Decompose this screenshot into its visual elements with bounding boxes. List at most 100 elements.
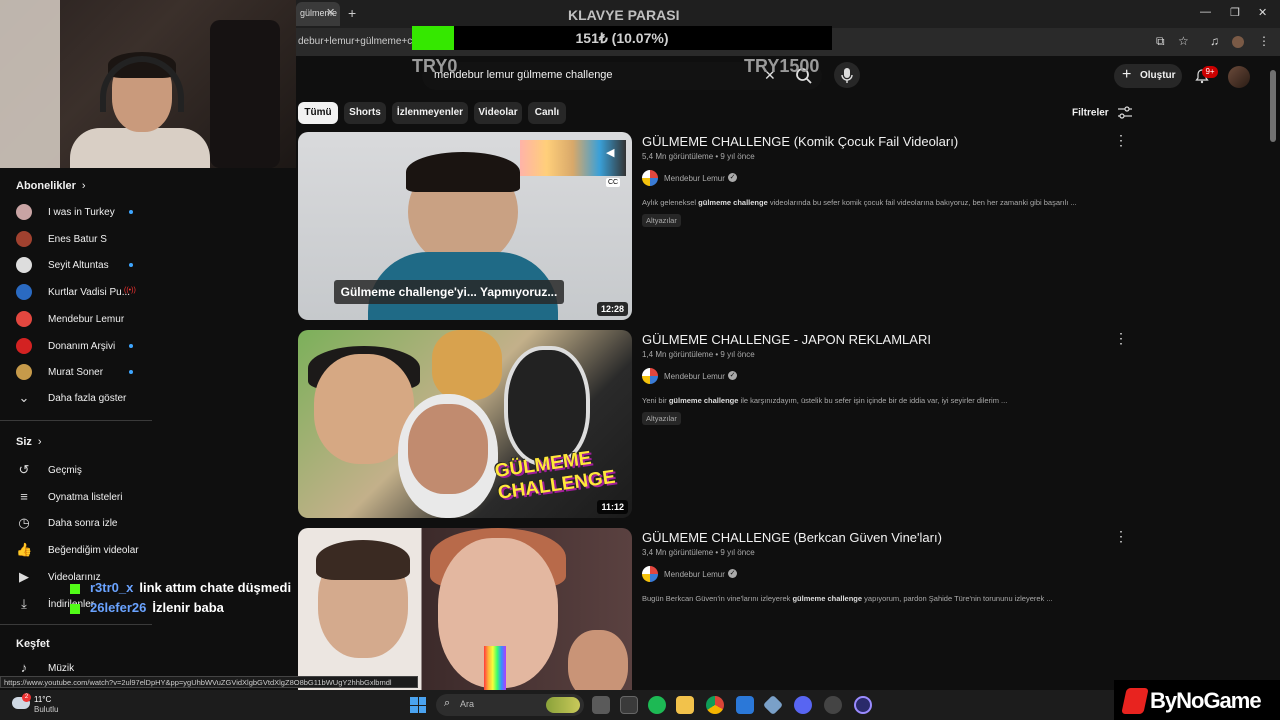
webcam-chair [210, 20, 280, 168]
donation-progress-bar: 151₺ (10.07%) [412, 26, 832, 50]
subscriptions-heading[interactable]: Abonelikler › [16, 180, 86, 192]
chip-live[interactable]: Canlı [528, 102, 566, 124]
channel-avatar [16, 364, 32, 381]
video-thumbnail[interactable] [298, 528, 632, 690]
desc-text: Bugün Berkcan Güven'in vine'larını izley… [642, 594, 793, 603]
search-input[interactable]: mendebur lemur gülmeme challenge [434, 69, 613, 81]
weather-description[interactable]: Bulutlu [34, 705, 58, 714]
filters-label: Filtreler [1072, 107, 1109, 119]
minimize-icon[interactable]: — [1200, 6, 1211, 18]
subscription-item[interactable]: Donanım Arşivi [16, 337, 146, 358]
subscription-item[interactable]: Seyit Altuntas [16, 257, 146, 277]
desc-highlight: gülmeme challenge [698, 198, 768, 207]
channel-avatar [16, 230, 32, 247]
history-icon: ↺ [18, 462, 30, 477]
weather-temperature[interactable]: 11°C [34, 695, 51, 704]
show-more-button[interactable]: ⌄ Daha fazla göster [16, 390, 146, 410]
chrome-icon[interactable] [706, 696, 724, 714]
subscription-item[interactable]: Enes Batur S [16, 230, 146, 251]
video-result[interactable]: GÜLMEME CHALLENGE 11:12 GÜLMEME CHALLENG… [298, 330, 1128, 520]
video-thumbnail[interactable]: Gülmeme challenge'yi... Yapmıyoruz... CC… [298, 132, 632, 320]
video-thumbnail[interactable]: GÜLMEME CHALLENGE 11:12 [298, 330, 632, 518]
you-heading[interactable]: Siz › [16, 436, 42, 448]
bookmark-star-icon[interactable]: ☆ [1178, 34, 1189, 48]
obs-icon[interactable] [854, 696, 872, 714]
channel-avatar[interactable] [642, 170, 658, 186]
video-title[interactable]: GÜLMEME CHALLENGE (Berkcan Güven Vine'la… [642, 530, 942, 545]
subscription-item[interactable]: I was in Turkey [16, 204, 146, 224]
subscription-item[interactable]: Kurtlar Vadisi Pu... ((•)) [16, 284, 146, 304]
subscription-label: Mendebur Lemur [48, 313, 125, 325]
create-button[interactable]: + Oluştur [1114, 64, 1182, 88]
video-title[interactable]: GÜLMEME CHALLENGE (Komik Çocuk Fail Vide… [642, 134, 958, 149]
channel-name[interactable]: Mendebur Lemur [664, 570, 725, 579]
install-app-icon[interactable]: ⧉ [1156, 34, 1165, 49]
taskbar-search-placeholder: Ara [460, 699, 475, 709]
window-close-icon[interactable]: ✕ [1258, 6, 1267, 19]
webcam-overlay [0, 0, 296, 168]
profile-avatar[interactable] [1232, 36, 1244, 48]
more-actions-icon[interactable]: ⋮ [1114, 528, 1128, 545]
video-title[interactable]: GÜLMEME CHALLENGE - JAPON REKLAMLARI [642, 332, 931, 347]
taskbar: 2 11°C Bulutlu ⌕ Ara [0, 690, 1280, 720]
chip-unwatched[interactable]: İzlenmeyenler [392, 102, 468, 124]
chip-all[interactable]: Tümü [298, 102, 338, 124]
address-text[interactable]: debur+lemur+gülmeme+ch [298, 36, 418, 47]
windows-start-icon[interactable] [410, 697, 426, 713]
donation-min-label: TRY0 [412, 56, 458, 76]
subscription-item[interactable]: Murat Soner [16, 364, 146, 384]
brand-name: ByNoGame [1150, 688, 1262, 713]
webcam-shirt [70, 128, 210, 168]
new-tab-icon[interactable]: + [348, 5, 356, 21]
you-heading-label: Siz [16, 436, 32, 448]
chip-videos[interactable]: Videolar [474, 102, 522, 124]
link-status-bar: https://www.youtube.com/watch?v=2ul97elD… [0, 676, 418, 688]
channel-name[interactable]: Mendebur Lemur [664, 174, 725, 183]
chip-shorts[interactable]: Shorts [344, 102, 386, 124]
donation-progress-text: 151₺ (10.07%) [575, 30, 669, 46]
video-result[interactable]: Gülmeme challenge'yi... Yapmıyoruz... CC… [298, 132, 1128, 322]
subscriptions-heading-label: Abonelikler [16, 180, 76, 192]
tab-close-icon[interactable]: ✕ [326, 6, 335, 19]
verified-check-icon: ✓ [728, 173, 737, 182]
file-explorer-icon[interactable] [676, 696, 694, 714]
discord-icon[interactable] [794, 696, 812, 714]
channel-avatar [16, 204, 32, 220]
filters-button[interactable]: Filtreler [1072, 106, 1133, 120]
you-item[interactable]: ↺ Geçmiş [16, 462, 146, 482]
store-icon[interactable] [620, 696, 638, 714]
microphone-icon [841, 68, 853, 83]
channel-avatar[interactable] [642, 368, 658, 384]
browser-menu-icon[interactable]: ⋮ [1258, 34, 1270, 48]
donation-max-label: TRY1500 [744, 56, 820, 76]
task-view-icon[interactable] [592, 696, 610, 714]
account-avatar[interactable] [1228, 66, 1250, 88]
new-content-dot [129, 343, 133, 348]
channel-avatar [16, 337, 32, 354]
channel-avatar[interactable] [642, 566, 658, 582]
channel-name[interactable]: Mendebur Lemur [664, 372, 725, 381]
maximize-icon[interactable]: ❐ [1230, 6, 1240, 19]
app-icon[interactable] [762, 694, 784, 716]
steam-icon[interactable] [824, 696, 842, 714]
voice-search-button[interactable] [834, 62, 860, 88]
taskbar-search[interactable]: ⌕ Ara [436, 694, 584, 716]
you-item[interactable]: ◷ Daha sonra izle [16, 515, 146, 535]
mail-icon[interactable] [736, 696, 754, 714]
verified-check-icon: ✓ [728, 569, 737, 578]
video-result[interactable]: GÜLMEME CHALLENGE (Berkcan Güven Vine'la… [298, 528, 1128, 690]
video-duration: 12:28 [596, 302, 628, 316]
media-control-icon[interactable]: ♫ [1210, 34, 1219, 48]
spotify-icon[interactable] [648, 696, 666, 714]
more-actions-icon[interactable]: ⋮ [1114, 330, 1128, 347]
closed-captions-icon[interactable]: CC [606, 178, 621, 187]
plus-icon: + [1122, 66, 1132, 83]
page-scrollbar[interactable] [1270, 70, 1276, 142]
subscription-item[interactable]: Mendebur Lemur [16, 310, 146, 331]
you-item[interactable]: ≡ Oynatma listeleri [16, 489, 146, 509]
sidebar-divider [0, 624, 152, 625]
mute-icon[interactable]: ◀︎ [606, 146, 614, 159]
more-actions-icon[interactable]: ⋮ [1114, 132, 1128, 149]
kick-badge-icon [70, 583, 80, 594]
you-item[interactable]: 👍 Beğendiğim videolar [16, 542, 146, 562]
